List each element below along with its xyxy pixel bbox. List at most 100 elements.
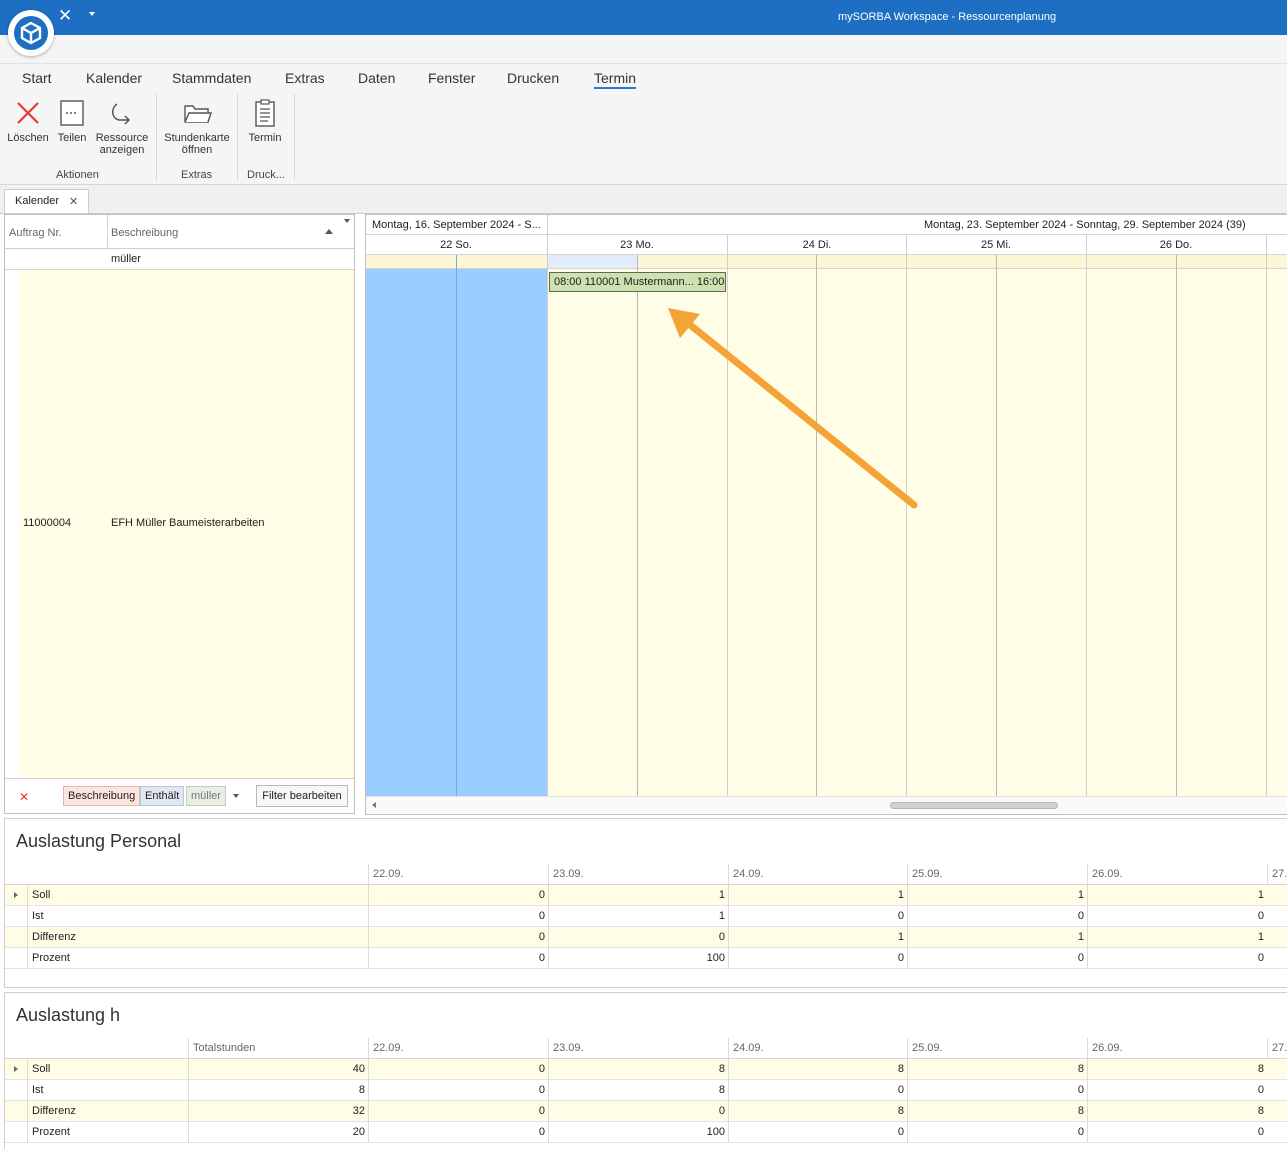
value-cell: 8 xyxy=(1087,1101,1267,1122)
show-resource-button[interactable]: Ressource anzeigen xyxy=(95,98,149,156)
value-cell: 0 xyxy=(368,906,548,927)
value-cell: 0 xyxy=(1087,906,1267,927)
tab-termin[interactable]: Termin xyxy=(594,70,637,89)
row-label: Prozent xyxy=(27,948,368,969)
value-cell: 0 xyxy=(728,948,907,969)
hours-col-26[interactable]: 26.09. xyxy=(1087,1038,1267,1059)
delete-button[interactable]: Löschen xyxy=(6,98,50,144)
order-row[interactable]: 11000004 EFH Müller Baumeisterarbeiten xyxy=(5,270,354,778)
personal-col-25[interactable]: 25.09. xyxy=(907,864,1087,885)
week-header-row: Montag, 16. September 2024 - S... Montag… xyxy=(366,215,1287,235)
value-cell: 1 xyxy=(1087,927,1267,948)
scrollbar-thumb[interactable] xyxy=(890,802,1058,809)
week-header-current: Montag, 23. September 2024 - Sonntag, 29… xyxy=(924,219,1246,231)
total-cell: 40 xyxy=(188,1059,368,1080)
day-header-25[interactable]: 25 Mi. xyxy=(906,239,1086,251)
hours-utilization-panel: Auslastung h Totalstunden 22.09. 23.09. … xyxy=(4,992,1287,1149)
value-cell: 0 xyxy=(368,948,548,969)
hours-col-23[interactable]: 23.09. xyxy=(548,1038,728,1059)
value-cell: 0 xyxy=(548,927,728,948)
personal-col-27[interactable]: 27. xyxy=(1267,864,1287,885)
column-header-description[interactable]: Beschreibung xyxy=(111,227,178,239)
value-cell: 0 xyxy=(728,906,907,927)
personal-col-23[interactable]: 23.09. xyxy=(548,864,728,885)
row-label: Soll xyxy=(27,1059,188,1080)
tab-drucken[interactable]: Drucken xyxy=(507,70,559,86)
value-cell: 8 xyxy=(907,1059,1087,1080)
day-header-26[interactable]: 26 Do. xyxy=(1086,239,1266,251)
tab-fenster[interactable]: Fenster xyxy=(428,70,475,86)
title-bar: ✕ mySORBA Workspace - Ressourcenplanung xyxy=(0,0,1287,35)
appointment-block[interactable]: 08:00 110001 Mustermann... 16:00 xyxy=(549,272,726,292)
personal-col-22[interactable]: 22.09. xyxy=(368,864,548,885)
hours-col-25[interactable]: 25.09. xyxy=(907,1038,1087,1059)
clear-filter-icon[interactable]: ✕ xyxy=(19,790,29,804)
hours-col-24[interactable]: 24.09. xyxy=(728,1038,907,1059)
personal-row-differenz[interactable]: Differenz 0 0 1 1 1 xyxy=(5,927,1287,948)
tab-extras[interactable]: Extras xyxy=(285,70,325,86)
hours-col-total[interactable]: Totalstunden xyxy=(188,1038,368,1059)
personal-col-26[interactable]: 26.09. xyxy=(1087,864,1267,885)
tab-kalender[interactable]: Kalender xyxy=(86,70,142,86)
close-icon[interactable]: ✕ xyxy=(58,7,72,24)
personal-col-24[interactable]: 24.09. xyxy=(728,864,907,885)
hours-header-row: Totalstunden 22.09. 23.09. 24.09. 25.09.… xyxy=(5,1038,1287,1059)
annotation-arrow-icon xyxy=(668,308,918,509)
personal-row-prozent[interactable]: Prozent 0 100 0 0 0 xyxy=(5,948,1287,969)
order-grid: Auftrag Nr. Beschreibung müller 11000004… xyxy=(4,214,355,814)
hours-row-ist[interactable]: Ist 8 0 8 0 0 0 xyxy=(5,1080,1287,1101)
filter-dropdown-icon[interactable] xyxy=(344,219,350,223)
personal-panel-title: Auslastung Personal xyxy=(16,831,182,851)
print-appointment-button[interactable]: Termin xyxy=(244,98,286,144)
auto-filter-row[interactable]: müller xyxy=(5,249,354,270)
edit-filter-button[interactable]: Filter bearbeiten xyxy=(256,785,348,807)
day-header-22[interactable]: 22 So. xyxy=(366,239,546,251)
window-title: mySORBA Workspace - Ressourcenplanung xyxy=(838,11,1057,23)
tab-daten[interactable]: Daten xyxy=(358,70,395,86)
sort-ascending-icon[interactable] xyxy=(325,229,333,234)
value-cell: 0 xyxy=(907,1080,1087,1101)
filter-value-chip[interactable]: müller xyxy=(186,786,226,806)
value-cell: 0 xyxy=(907,948,1087,969)
open-timecard-label-1: Stundenkarte xyxy=(164,132,230,144)
value-cell: 100 xyxy=(548,1122,728,1143)
tab-start[interactable]: Start xyxy=(22,70,52,86)
week-header-previous: Montag, 16. September 2024 - S... xyxy=(372,219,541,231)
horizontal-scrollbar[interactable] xyxy=(366,796,1287,814)
hours-col-22[interactable]: 22.09. xyxy=(368,1038,548,1059)
hours-col-27[interactable]: 27. xyxy=(1267,1038,1287,1059)
scroll-left-icon[interactable] xyxy=(372,802,376,808)
day-header-23[interactable]: 23 Mo. xyxy=(547,239,727,251)
filter-operator-chip[interactable]: Enthält xyxy=(140,786,185,806)
all-day-row[interactable] xyxy=(366,255,1287,269)
tab-stammdaten[interactable]: Stammdaten xyxy=(172,70,251,86)
value-cell: 8 xyxy=(548,1059,728,1080)
personal-row-ist[interactable]: Ist 0 1 0 0 0 xyxy=(5,906,1287,927)
delete-icon xyxy=(17,102,39,124)
hours-row-prozent[interactable]: Prozent 20 0 100 0 0 0 xyxy=(5,1122,1287,1143)
description-filter-value[interactable]: müller xyxy=(111,253,141,265)
hours-row-differenz[interactable]: Differenz 32 0 0 8 8 8 xyxy=(5,1101,1287,1122)
filter-field-chip[interactable]: Beschreibung xyxy=(63,786,141,806)
open-timecard-button[interactable]: Stundenkarte öffnen xyxy=(162,98,232,156)
document-tab-kalender[interactable]: Kalender ✕ xyxy=(4,189,89,213)
personal-row-soll[interactable]: Soll 0 1 1 1 1 xyxy=(5,885,1287,906)
value-cell: 0 xyxy=(728,1122,907,1143)
show-resource-label-1: Ressource xyxy=(95,132,149,144)
row-label: Prozent xyxy=(27,1122,188,1143)
group-label-extras: Extras xyxy=(181,169,213,181)
app-window: ✕ mySORBA Workspace - Ressourcenplanung … xyxy=(0,0,1287,1149)
value-cell: 0 xyxy=(1087,1080,1267,1101)
quick-access-dropdown-icon[interactable] xyxy=(89,12,95,16)
split-button[interactable]: Teilen xyxy=(55,98,89,144)
filter-mru-dropdown-icon[interactable] xyxy=(233,794,239,798)
day-header-24[interactable]: 24 Di. xyxy=(727,239,907,251)
value-cell: 0 xyxy=(1087,948,1267,969)
split-label: Teilen xyxy=(57,132,87,144)
close-tab-icon[interactable]: ✕ xyxy=(69,195,78,208)
resource-scheduler: Montag, 16. September 2024 - S... Montag… xyxy=(365,214,1287,815)
hours-row-soll[interactable]: Soll 40 0 8 8 8 8 xyxy=(5,1059,1287,1080)
order-number-cell: 11000004 xyxy=(23,517,72,529)
app-logo-icon[interactable] xyxy=(8,10,54,56)
column-header-order-no[interactable]: Auftrag Nr. xyxy=(9,227,62,239)
